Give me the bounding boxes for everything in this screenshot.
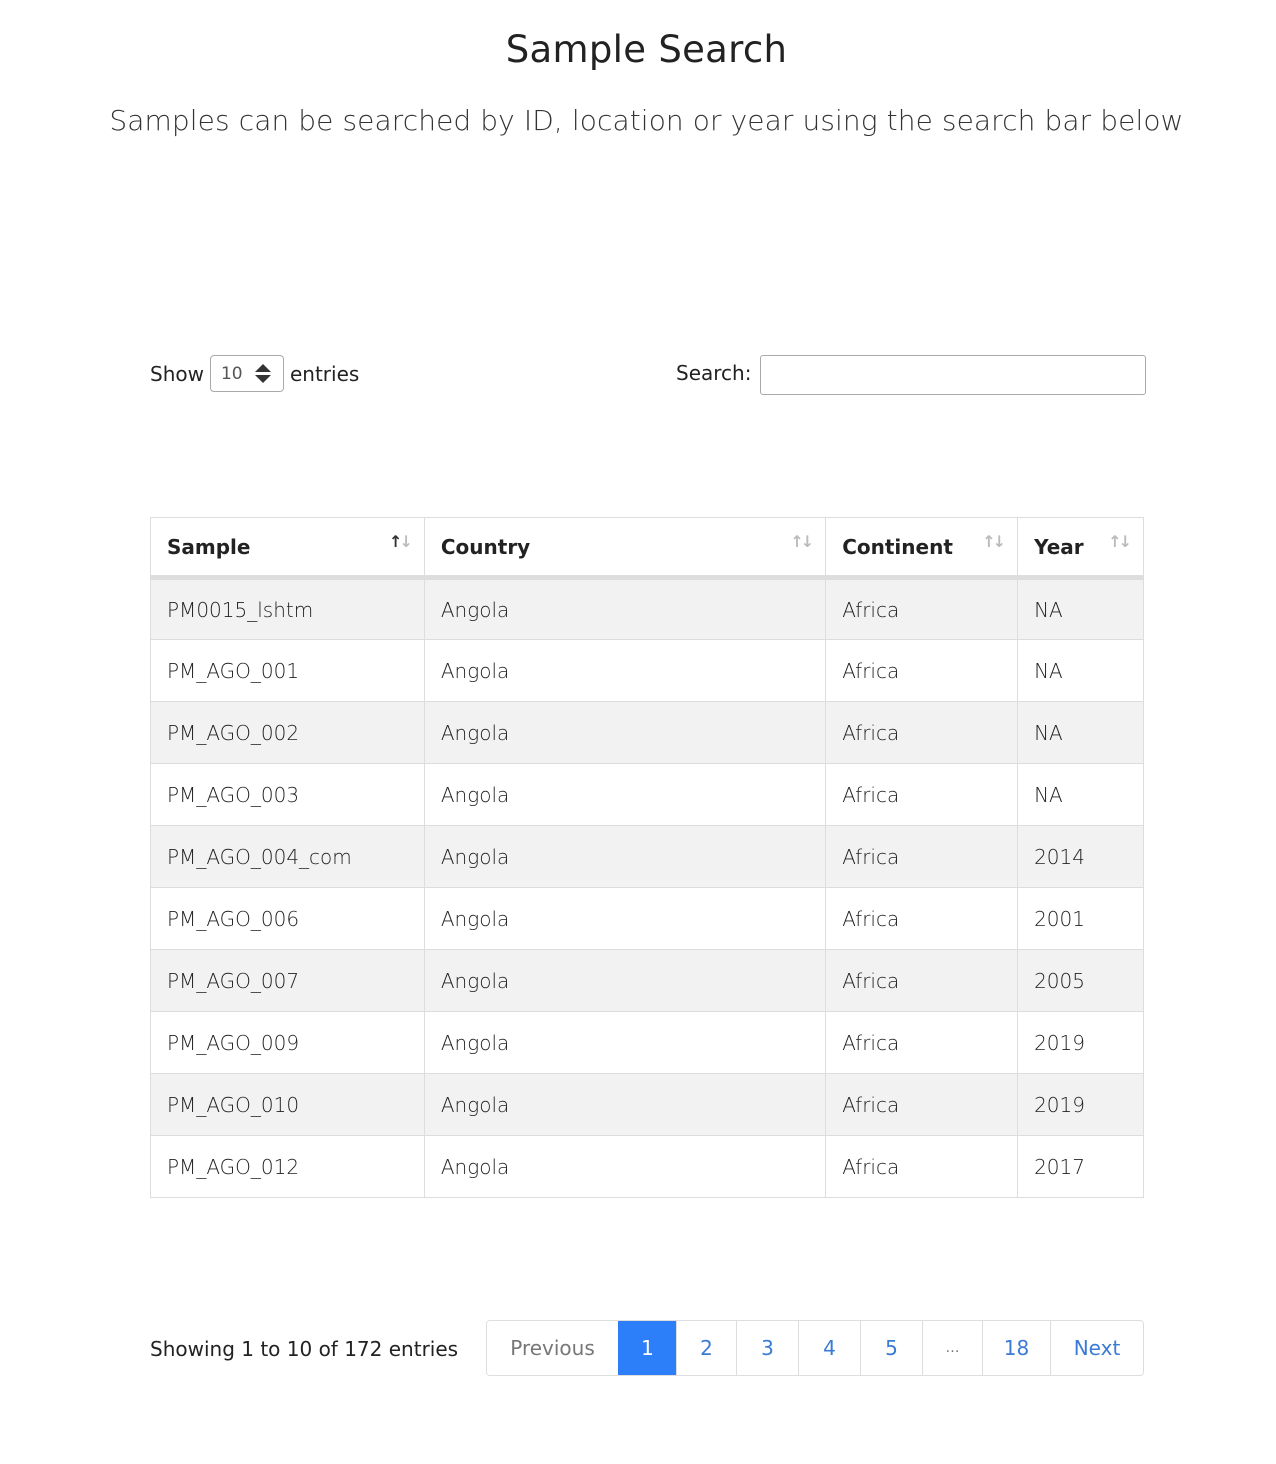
column-header-sample[interactable]: Sample ↑↓ bbox=[150, 517, 425, 580]
cell-sample: PM_AGO_002 bbox=[150, 701, 425, 764]
cell-year: 2005 bbox=[1017, 949, 1144, 1012]
table-row[interactable]: PM_AGO_012 Angola Africa 2017 bbox=[150, 1135, 1144, 1198]
page-button-18[interactable]: 18 bbox=[982, 1321, 1050, 1375]
table-info: Showing 1 to 10 of 172 entries bbox=[150, 1337, 459, 1361]
column-header-country[interactable]: Country ↑↓ bbox=[423, 517, 827, 580]
cell-year: 2019 bbox=[1017, 1011, 1144, 1074]
entries-per-page-select[interactable]: 10 bbox=[209, 355, 284, 392]
column-header-continent[interactable]: Continent ↑↓ bbox=[825, 517, 1019, 580]
cell-continent: Africa bbox=[825, 577, 1019, 640]
table-row[interactable]: PM_AGO_009 Angola Africa 2019 bbox=[150, 1011, 1144, 1074]
table-header-row: Sample ↑↓ Country ↑↓ Continent ↑↓ Year ↑… bbox=[150, 517, 1144, 580]
table-row[interactable]: PM_AGO_007 Angola Africa 2005 bbox=[150, 949, 1144, 1012]
column-header-label: Sample bbox=[167, 534, 251, 559]
cell-country: Angola bbox=[423, 1135, 827, 1198]
cell-year: 2001 bbox=[1017, 887, 1144, 950]
cell-continent: Africa bbox=[825, 1135, 1019, 1198]
show-label: Show bbox=[150, 361, 204, 386]
page-button-2[interactable]: 2 bbox=[676, 1321, 736, 1375]
column-header-label: Country bbox=[440, 534, 531, 559]
cell-sample: PM_AGO_003 bbox=[150, 763, 425, 826]
cell-continent: Africa bbox=[825, 639, 1019, 702]
cell-year: 2014 bbox=[1017, 825, 1144, 888]
cell-country: Angola bbox=[423, 825, 827, 888]
table-row[interactable]: PM_AGO_010 Angola Africa 2019 bbox=[150, 1073, 1144, 1136]
cell-country: Angola bbox=[423, 577, 827, 640]
cell-continent: Africa bbox=[825, 949, 1019, 1012]
search-control: Search: bbox=[676, 355, 1147, 395]
cell-continent: Africa bbox=[825, 701, 1019, 764]
column-header-label: Continent bbox=[842, 534, 953, 559]
table-row[interactable]: PM_AGO_003 Angola Africa NA bbox=[150, 763, 1144, 826]
cell-continent: Africa bbox=[825, 887, 1019, 950]
cell-continent: Africa bbox=[825, 825, 1019, 888]
samples-table: Sample ↑↓ Country ↑↓ Continent ↑↓ Year ↑… bbox=[150, 517, 1144, 1198]
cell-year: 2019 bbox=[1017, 1073, 1144, 1136]
page-button-5[interactable]: 5 bbox=[860, 1321, 922, 1375]
table-row[interactable]: PM_AGO_002 Angola Africa NA bbox=[150, 701, 1144, 764]
cell-country: Angola bbox=[423, 949, 827, 1012]
page-button-1[interactable]: 1 bbox=[618, 1321, 676, 1375]
table-row[interactable]: PM0015_lshtm Angola Africa NA bbox=[150, 577, 1144, 640]
cell-country: Angola bbox=[423, 1011, 827, 1074]
cell-year: NA bbox=[1017, 577, 1144, 640]
search-input[interactable] bbox=[760, 355, 1147, 395]
page-button-3[interactable]: 3 bbox=[736, 1321, 798, 1375]
next-page-button[interactable]: Next bbox=[1050, 1321, 1143, 1375]
cell-year: NA bbox=[1017, 701, 1144, 764]
cell-country: Angola bbox=[423, 887, 827, 950]
cell-country: Angola bbox=[423, 639, 827, 702]
search-label: Search: bbox=[676, 361, 752, 385]
cell-sample: PM_AGO_007 bbox=[150, 949, 425, 1012]
cell-country: Angola bbox=[423, 763, 827, 826]
cell-sample: PM_AGO_009 bbox=[150, 1011, 425, 1074]
cell-sample: PM_AGO_012 bbox=[150, 1135, 425, 1198]
page-ellipsis: … bbox=[922, 1321, 982, 1375]
cell-continent: Africa bbox=[825, 1011, 1019, 1074]
cell-sample: PM0015_lshtm bbox=[150, 577, 425, 640]
table-row[interactable]: PM_AGO_004_com Angola Africa 2014 bbox=[150, 825, 1144, 888]
cell-continent: Africa bbox=[825, 763, 1019, 826]
page-button-4[interactable]: 4 bbox=[798, 1321, 860, 1375]
cell-year: 2017 bbox=[1017, 1135, 1144, 1198]
sort-icon: ↑↓ bbox=[1108, 532, 1132, 551]
entries-length-control: Show 10 entries bbox=[150, 355, 359, 392]
pagination: Previous 1 2 3 4 5 … 18 Next bbox=[486, 1320, 1144, 1376]
cell-sample: PM_AGO_001 bbox=[150, 639, 425, 702]
table-row[interactable]: PM_AGO_001 Angola Africa NA bbox=[150, 639, 1144, 702]
cell-sample: PM_AGO_010 bbox=[150, 1073, 425, 1136]
cell-sample: PM_AGO_006 bbox=[150, 887, 425, 950]
page-title: Sample Search bbox=[505, 28, 788, 71]
cell-country: Angola bbox=[423, 701, 827, 764]
cell-sample: PM_AGO_004_com bbox=[150, 825, 425, 888]
previous-page-button[interactable]: Previous bbox=[487, 1321, 618, 1375]
page-subtitle: Samples can be searched by ID, location … bbox=[109, 104, 1184, 137]
column-header-year[interactable]: Year ↑↓ bbox=[1017, 517, 1144, 580]
select-arrows-icon bbox=[254, 364, 271, 383]
cell-continent: Africa bbox=[825, 1073, 1019, 1136]
cell-year: NA bbox=[1017, 639, 1144, 702]
entries-per-page-value: 10 bbox=[220, 363, 243, 384]
cell-country: Angola bbox=[423, 1073, 827, 1136]
entries-label: entries bbox=[289, 361, 360, 386]
sort-ascending-icon: ↑↓ bbox=[389, 532, 413, 551]
sort-icon: ↑↓ bbox=[982, 532, 1006, 551]
cell-year: NA bbox=[1017, 763, 1144, 826]
table-row[interactable]: PM_AGO_006 Angola Africa 2001 bbox=[150, 887, 1144, 950]
column-header-label: Year bbox=[1034, 534, 1084, 559]
sort-icon: ↑↓ bbox=[790, 532, 814, 551]
